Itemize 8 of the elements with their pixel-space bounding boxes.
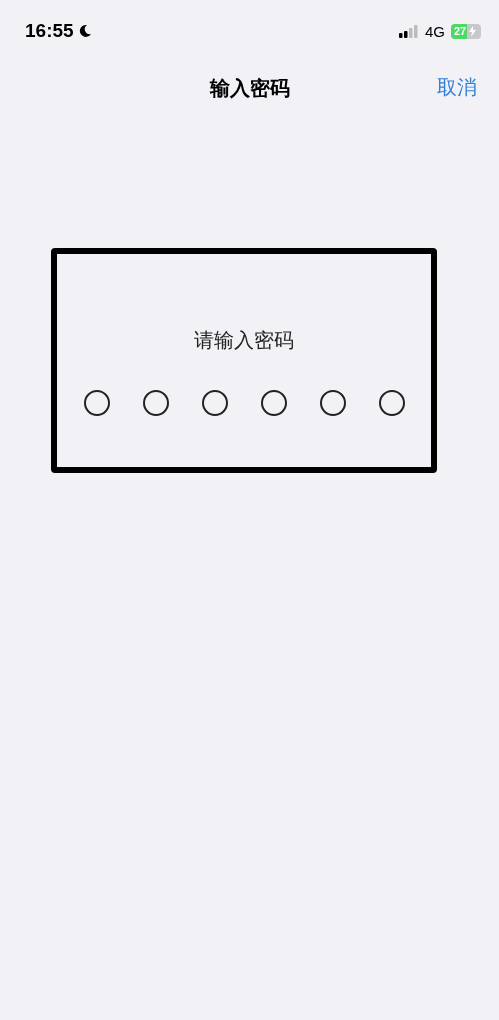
page-title: 输入密码 [209, 74, 290, 102]
signal-icon [399, 24, 419, 38]
cancel-button[interactable]: 取消 [437, 74, 477, 101]
password-prompt: 请输入密码 [194, 327, 294, 354]
moon-icon [77, 24, 92, 38]
status-time: 16:55 [25, 20, 74, 42]
network-label: 4G [425, 22, 445, 40]
battery-indicator: 27 [451, 23, 481, 39]
